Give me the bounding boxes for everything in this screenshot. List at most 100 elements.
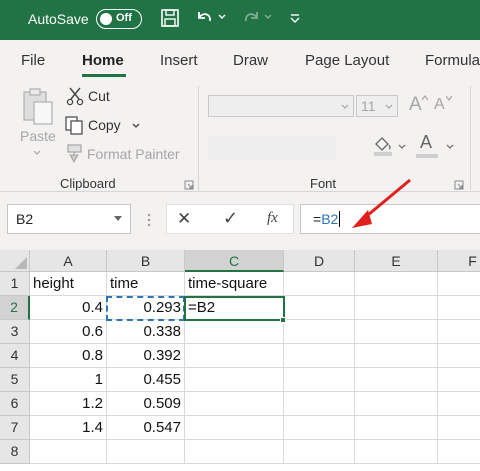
cell-d4[interactable] bbox=[284, 344, 355, 368]
copy-label[interactable]: Copy bbox=[88, 117, 121, 133]
cell-f6[interactable] bbox=[438, 392, 480, 416]
cell-e3[interactable] bbox=[355, 320, 438, 344]
cell-b5[interactable]: 0.455 bbox=[107, 368, 185, 392]
font-color-dropdown-icon[interactable] bbox=[446, 144, 454, 150]
cell-e2[interactable] bbox=[355, 296, 438, 320]
column-header-a[interactable]: A bbox=[30, 250, 107, 272]
cut-icon[interactable] bbox=[66, 86, 84, 106]
row-header-3[interactable]: 3 bbox=[0, 320, 30, 344]
cell-c7[interactable] bbox=[185, 416, 284, 440]
cut-label[interactable]: Cut bbox=[88, 88, 110, 104]
save-icon[interactable] bbox=[160, 8, 180, 28]
cell-f2[interactable] bbox=[438, 296, 480, 320]
cell-d8[interactable] bbox=[284, 440, 355, 464]
tab-home[interactable]: Home bbox=[82, 52, 124, 69]
cell-b7[interactable]: 0.547 bbox=[107, 416, 185, 440]
column-header-f[interactable]: F bbox=[438, 250, 480, 272]
cell-f1[interactable] bbox=[438, 272, 480, 296]
cell-d6[interactable] bbox=[284, 392, 355, 416]
cell-a2[interactable]: 0.4 bbox=[30, 296, 107, 320]
insert-function-button[interactable]: fx bbox=[267, 210, 278, 227]
cell-d1[interactable] bbox=[284, 272, 355, 296]
column-header-e[interactable]: E bbox=[355, 250, 438, 272]
redo-icon[interactable] bbox=[240, 8, 262, 28]
cell-b6[interactable]: 0.509 bbox=[107, 392, 185, 416]
cell-a1[interactable]: height bbox=[30, 272, 107, 296]
cell-f8[interactable] bbox=[438, 440, 480, 464]
cell-e7[interactable] bbox=[355, 416, 438, 440]
tab-formulas[interactable]: Formula bbox=[425, 52, 480, 69]
row-header-8[interactable]: 8 bbox=[0, 440, 30, 464]
cell-d7[interactable] bbox=[284, 416, 355, 440]
row-header-2[interactable]: 2 bbox=[0, 296, 30, 320]
cell-a8[interactable] bbox=[30, 440, 107, 464]
cell-c3[interactable] bbox=[185, 320, 284, 344]
redo-dropdown-icon[interactable] bbox=[264, 14, 272, 20]
cell-e5[interactable] bbox=[355, 368, 438, 392]
font-name-combo[interactable] bbox=[208, 95, 354, 117]
cell-a3[interactable]: 0.6 bbox=[30, 320, 107, 344]
cell-f3[interactable] bbox=[438, 320, 480, 344]
cancel-button[interactable]: ✕ bbox=[177, 209, 191, 229]
fill-handle[interactable] bbox=[280, 317, 286, 323]
cell-c6[interactable] bbox=[185, 392, 284, 416]
shrink-font-button[interactable]: A bbox=[434, 96, 445, 114]
cell-c1[interactable]: time-square bbox=[185, 272, 284, 296]
copy-dropdown-icon[interactable] bbox=[132, 123, 140, 129]
fill-color-dropdown-icon[interactable] bbox=[398, 144, 406, 150]
cell-b4[interactable]: 0.392 bbox=[107, 344, 185, 368]
row-header-6[interactable]: 6 bbox=[0, 392, 30, 416]
tab-insert[interactable]: Insert bbox=[160, 52, 198, 69]
cell-e8[interactable] bbox=[355, 440, 438, 464]
format-painter-icon[interactable] bbox=[64, 143, 84, 163]
copy-icon[interactable] bbox=[64, 115, 84, 135]
fill-color-icon[interactable] bbox=[372, 135, 394, 157]
tab-file[interactable]: File bbox=[21, 52, 45, 69]
cell-a5[interactable]: 1 bbox=[30, 368, 107, 392]
clipboard-launcher-icon[interactable] bbox=[184, 180, 194, 190]
row-header-5[interactable]: 5 bbox=[0, 368, 30, 392]
grow-font-button[interactable]: A bbox=[409, 94, 422, 116]
cell-b1[interactable]: time bbox=[107, 272, 185, 296]
row-header-4[interactable]: 4 bbox=[0, 344, 30, 368]
undo-dropdown-icon[interactable] bbox=[218, 14, 226, 20]
format-painter-label[interactable]: Format Painter bbox=[87, 146, 180, 162]
select-all-corner[interactable] bbox=[0, 250, 30, 272]
column-header-b[interactable]: B bbox=[107, 250, 185, 272]
cell-c5[interactable] bbox=[185, 368, 284, 392]
font-size-combo[interactable]: 11 bbox=[356, 95, 398, 117]
autosave-toggle[interactable]: Off bbox=[96, 9, 142, 29]
cell-a7[interactable]: 1.4 bbox=[30, 416, 107, 440]
font-size-dropdown-icon[interactable] bbox=[385, 104, 393, 110]
cell-e6[interactable] bbox=[355, 392, 438, 416]
name-box[interactable]: B2 bbox=[7, 204, 131, 234]
cell-b8[interactable] bbox=[107, 440, 185, 464]
row-header-7[interactable]: 7 bbox=[0, 416, 30, 440]
cell-d3[interactable] bbox=[284, 320, 355, 344]
enter-button[interactable]: ✓ bbox=[223, 208, 238, 229]
paste-icon[interactable] bbox=[20, 86, 56, 126]
paste-dropdown-icon[interactable] bbox=[33, 150, 41, 156]
cell-f4[interactable] bbox=[438, 344, 480, 368]
font-color-button[interactable]: A bbox=[420, 132, 432, 153]
cell-f5[interactable] bbox=[438, 368, 480, 392]
cell-c8[interactable] bbox=[185, 440, 284, 464]
cell-a4[interactable]: 0.8 bbox=[30, 344, 107, 368]
cell-f7[interactable] bbox=[438, 416, 480, 440]
name-box-dropdown-icon[interactable] bbox=[114, 216, 122, 221]
cell-e1[interactable] bbox=[355, 272, 438, 296]
row-header-1[interactable]: 1 bbox=[0, 272, 30, 296]
undo-icon[interactable] bbox=[194, 8, 216, 28]
formula-bar-grip-icon[interactable] bbox=[146, 212, 152, 228]
tab-draw[interactable]: Draw bbox=[233, 52, 268, 69]
cell-a6[interactable]: 1.2 bbox=[30, 392, 107, 416]
cell-d5[interactable] bbox=[284, 368, 355, 392]
customize-qat-icon[interactable] bbox=[289, 13, 301, 23]
font-launcher-icon[interactable] bbox=[454, 180, 464, 190]
cell-c4[interactable] bbox=[185, 344, 284, 368]
tab-page-layout[interactable]: Page Layout bbox=[305, 52, 389, 69]
column-header-c[interactable]: C bbox=[185, 250, 284, 272]
paste-label[interactable]: Paste bbox=[20, 128, 56, 144]
cell-e4[interactable] bbox=[355, 344, 438, 368]
column-header-d[interactable]: D bbox=[284, 250, 355, 272]
